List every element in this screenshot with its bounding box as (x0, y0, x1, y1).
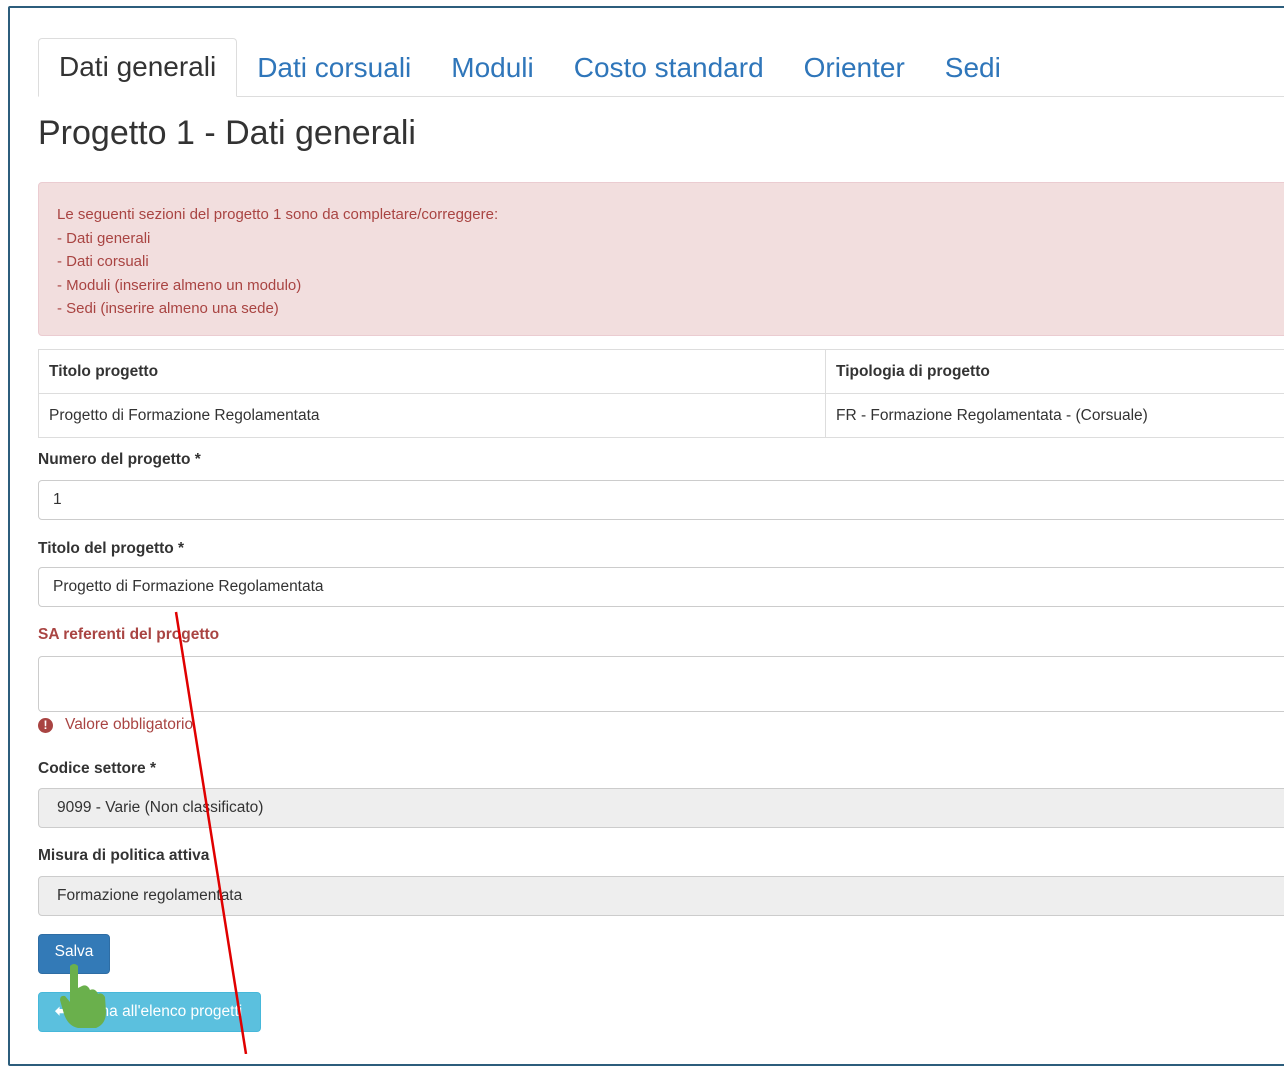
header-tipologia-progetto: Tipologia di progetto (826, 350, 1284, 394)
titolo-input[interactable]: Progetto di Formazione Regolamentata (38, 567, 1284, 607)
save-button[interactable]: Salva (38, 934, 110, 974)
cell-tipologia-progetto: FR - Formazione Regolamentata - (Corsual… (826, 394, 1284, 438)
validation-alert: Le seguenti sezioni del progetto 1 sono … (38, 182, 1284, 336)
tab-orienter[interactable]: Orienter (784, 40, 925, 96)
arrow-left-icon: ⬅ (55, 993, 79, 1031)
table-header-row: Titolo progetto Tipologia di progetto (39, 350, 1284, 394)
sa-referenti-error: ! Valore obbligatorio (38, 716, 193, 734)
tab-costo-standard[interactable]: Costo standard (554, 40, 784, 96)
alert-line: - Dati corsuali (57, 250, 1279, 274)
codice-settore-field: 9099 - Varie (Non classificato) (38, 788, 1284, 828)
tab-sedi[interactable]: Sedi (925, 40, 1021, 96)
header-titolo-progetto: Titolo progetto (39, 350, 826, 394)
tab-moduli[interactable]: Moduli (431, 40, 553, 96)
misura-field: Formazione regolamentata (38, 876, 1284, 916)
alert-line: - Moduli (inserire almeno un modulo) (57, 274, 1279, 298)
back-to-list-button[interactable]: ⬅Torna all'elenco progetti (38, 992, 261, 1032)
numero-input[interactable]: 1 (38, 480, 1284, 520)
table-row: Progetto di Formazione Regolamentata FR … (39, 394, 1284, 438)
error-text: Valore obbligatorio (65, 716, 193, 734)
page-title: Progetto 1 - Dati generali (38, 114, 416, 153)
sa-referenti-input[interactable] (38, 656, 1284, 712)
tab-bar: Dati generali Dati corsuali Moduli Costo… (38, 38, 1284, 97)
alert-line: - Sedi (inserire almeno una sede) (57, 297, 1279, 321)
cell-titolo-progetto: Progetto di Formazione Regolamentata (39, 394, 826, 438)
tab-dati-corsuali[interactable]: Dati corsuali (237, 40, 431, 96)
misura-label: Misura di politica attiva (38, 847, 209, 865)
back-button-label: Torna all'elenco progetti (79, 1003, 242, 1020)
project-summary-table: Titolo progetto Tipologia di progetto Pr… (38, 349, 1284, 438)
exclamation-circle-icon: ! (38, 718, 53, 733)
alert-line: Le seguenti sezioni del progetto 1 sono … (57, 203, 1279, 227)
alert-line: - Dati generali (57, 227, 1279, 251)
sa-referenti-label: SA referenti del progetto (38, 626, 219, 644)
numero-label: Numero del progetto * (38, 451, 201, 469)
titolo-label: Titolo del progetto * (38, 540, 184, 558)
tab-dati-generali[interactable]: Dati generali (38, 38, 237, 97)
codice-settore-label: Codice settore * (38, 760, 156, 778)
